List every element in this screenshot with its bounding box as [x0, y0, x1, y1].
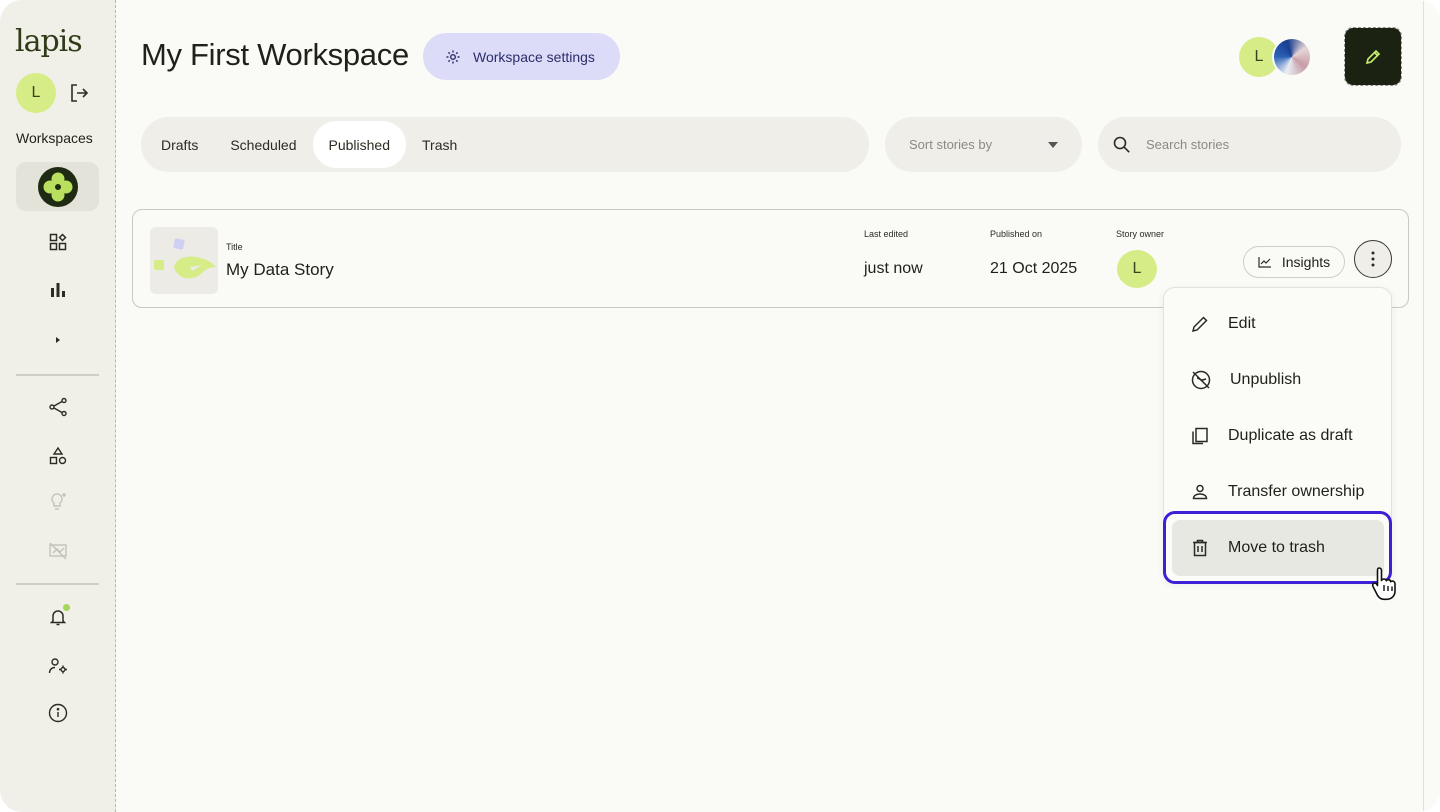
bar-chart-icon[interactable] — [47, 279, 69, 301]
search-input[interactable] — [1146, 137, 1366, 152]
menu-item-edit[interactable]: Edit — [1172, 296, 1384, 352]
menu-item-transfer-ownership[interactable]: Transfer ownership — [1172, 464, 1384, 520]
workspaces-label: Workspaces — [16, 130, 93, 146]
status-tabs: Drafts Scheduled Published Trash — [141, 117, 869, 172]
expand-arrow-icon[interactable] — [47, 329, 69, 351]
sidebar-divider — [16, 374, 99, 376]
published-label: Published on — [990, 229, 1043, 239]
shapes-icon[interactable] — [47, 445, 69, 467]
gear-icon — [446, 50, 460, 63]
sort-placeholder: Sort stories by — [909, 137, 993, 152]
menu-item-unpublish[interactable]: Unpublish — [1172, 352, 1384, 408]
workspace-tile[interactable] — [16, 162, 99, 211]
pencil-icon — [1365, 49, 1381, 64]
pencil-icon — [1191, 316, 1208, 333]
app-logo: lapis — [15, 24, 83, 59]
app-window: lapis L Workspaces My First Workspace Wo… — [0, 0, 1440, 812]
last-edited-value: just now — [864, 260, 923, 277]
story-thumbnail — [150, 227, 218, 294]
notification-dot — [63, 604, 70, 611]
sort-select[interactable]: Sort stories by — [885, 117, 1082, 172]
share-icon[interactable] — [47, 396, 69, 418]
user-settings-icon[interactable] — [47, 655, 69, 677]
kebab-menu-icon — [1371, 251, 1375, 267]
search-box — [1098, 117, 1401, 172]
presentation-icon — [47, 540, 69, 562]
new-story-button[interactable] — [1344, 27, 1402, 86]
sidebar-divider — [16, 583, 99, 585]
person-icon — [1192, 484, 1208, 500]
member-photo-avatar[interactable] — [1272, 37, 1312, 77]
menu-item-duplicate[interactable]: Duplicate as draft — [1172, 408, 1384, 464]
search-icon — [1113, 136, 1130, 153]
menu-item-label: Transfer ownership — [1228, 483, 1365, 500]
hand-cursor-icon — [1371, 567, 1396, 601]
title-label: Title — [226, 242, 243, 252]
menu-item-label: Unpublish — [1230, 371, 1302, 388]
duplicate-icon — [1192, 427, 1208, 445]
notification-bell-icon[interactable] — [47, 604, 70, 628]
tab-scheduled[interactable]: Scheduled — [214, 121, 312, 168]
story-actions-menu: Edit Unpublish Duplicate as draft Transf… — [1163, 287, 1392, 583]
insights-chart-icon — [1258, 257, 1271, 268]
owner-label: Story owner — [1116, 229, 1165, 239]
insights-button[interactable]: Insights — [1243, 246, 1345, 278]
last-edited-label: Last edited — [864, 229, 909, 239]
tab-drafts[interactable]: Drafts — [145, 121, 214, 168]
menu-item-move-to-trash[interactable]: Move to trash — [1172, 520, 1384, 576]
unpublish-icon — [1191, 370, 1211, 390]
right-edge-divider — [1423, 0, 1424, 812]
lightbulb-icon — [47, 491, 69, 513]
workspace-settings-button[interactable]: Workspace settings — [423, 33, 620, 80]
trash-icon — [1193, 539, 1207, 557]
page-title: My First Workspace — [141, 37, 409, 72]
more-options-button[interactable] — [1354, 240, 1392, 278]
menu-item-label: Duplicate as draft — [1228, 427, 1353, 444]
published-value: 21 Oct 2025 — [990, 260, 1078, 277]
info-icon[interactable] — [47, 702, 69, 724]
workspace-settings-label: Workspace settings — [473, 48, 595, 65]
menu-item-label: Move to trash — [1228, 539, 1325, 556]
owner-avatar: L — [1117, 250, 1157, 288]
chevron-down-icon — [1048, 141, 1058, 148]
menu-item-label: Edit — [1228, 315, 1256, 332]
logout-icon[interactable] — [68, 82, 90, 104]
tab-published[interactable]: Published — [312, 121, 407, 168]
insights-label: Insights — [1281, 254, 1331, 270]
dashboard-icon[interactable] — [47, 231, 69, 253]
story-title[interactable]: My Data Story — [226, 260, 334, 280]
user-avatar[interactable]: L — [16, 73, 56, 113]
workspace-logo-icon — [37, 166, 78, 207]
sidebar: lapis L Workspaces — [0, 0, 116, 812]
tab-trash[interactable]: Trash — [406, 121, 473, 168]
